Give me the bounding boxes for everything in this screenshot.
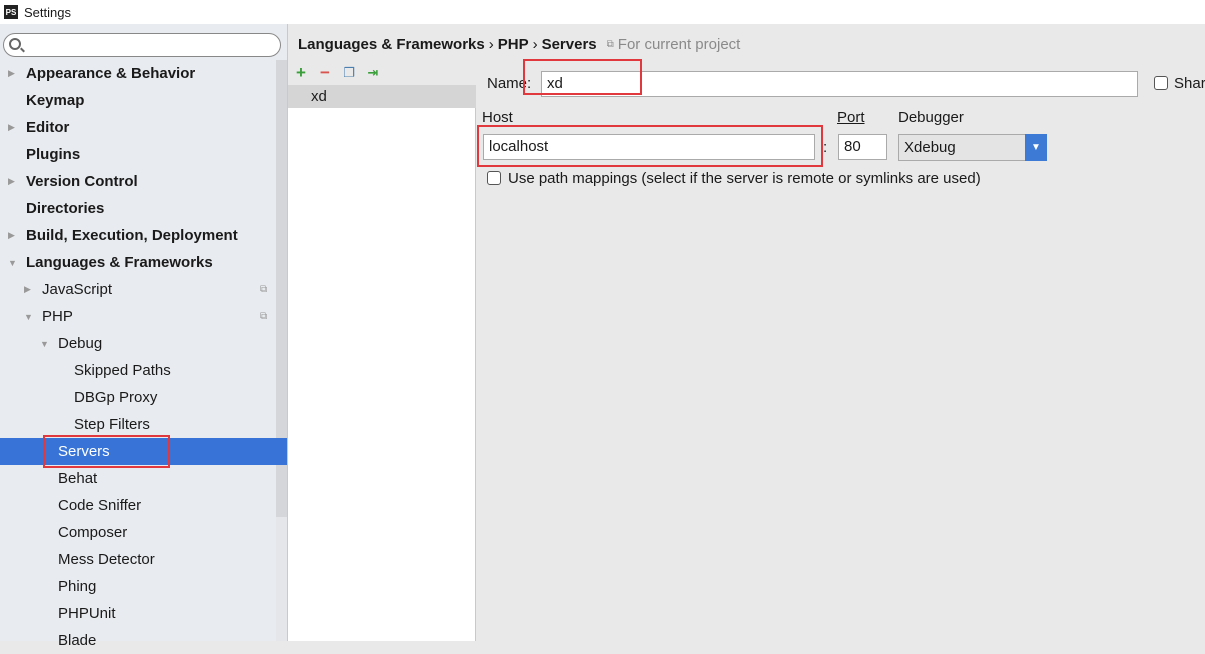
sidebar-item-label: Step Filters [74,416,150,433]
expand-arrow-right-icon[interactable]: ▶ [24,284,31,295]
sidebar-item[interactable]: Skipped Paths [0,357,276,384]
sidebar-item[interactable]: ▼ Debug [0,330,276,357]
app-logo-icon: PS [4,5,18,19]
host-label: Host [482,109,513,126]
sidebar-item-label: Debug [58,335,103,352]
port-separator: : [823,139,828,156]
sidebar-item-label: Behat [58,470,98,487]
highlight-box [523,59,642,95]
sidebar-item[interactable]: DBGp Proxy [0,384,276,411]
shared-label: Shared [1174,75,1205,92]
shared-checkbox[interactable] [1154,76,1168,90]
import-icon[interactable]: ⇥ [365,65,381,81]
add-icon[interactable]: + [293,64,309,81]
sidebar-item-label: Keymap [26,92,85,109]
sidebar-item-label: PHP [42,308,73,325]
sidebar-item-label: Version Control [26,173,138,190]
sidebar-item[interactable]: ▶ Build, Execution, Deployment [0,222,276,249]
chevron-down-icon[interactable]: ▼ [1025,134,1047,161]
debugger-value: Xdebug [904,139,956,156]
sidebar-item-label: Appearance & Behavior [26,65,196,82]
servers-list [288,60,476,641]
sidebar-item-label: Code Sniffer [58,497,142,514]
breadcrumb-separator: › [488,36,494,53]
sidebar-item-label: Directories [26,200,105,217]
project-scope-icon: ⧉ [606,39,614,50]
sidebar-item[interactable]: Code Sniffer [0,492,276,519]
sidebar-item-label: Languages & Frameworks [26,254,213,271]
debugger-select[interactable]: Xdebug ▼ [898,134,1047,161]
path-mappings-checkbox[interactable] [487,171,501,185]
sidebar-item[interactable]: ▶ Editor [0,114,276,141]
sidebar-item-label: Build, Execution, Deployment [26,227,238,244]
sidebar-item-label: JavaScript [42,281,113,298]
sidebar-item-label: Phing [58,578,97,595]
sidebar-item[interactable]: Composer [0,519,276,546]
remove-icon[interactable]: − [317,64,333,81]
sidebar-item[interactable]: ▼ PHP ⧉ [0,303,276,330]
sidebar-item[interactable]: Phing [0,573,276,600]
port-input[interactable]: 80 [838,134,887,160]
debugger-label: Debugger [898,109,964,126]
breadcrumb: Languages & Frameworks › PHP › Servers ⧉… [298,36,740,53]
expand-arrow-right-icon[interactable]: ▶ [8,176,15,187]
breadcrumb-separator: › [532,36,538,53]
search-icon [9,38,21,50]
sidebar-item-label: Plugins [26,146,81,163]
title-bar: PS Settings [0,0,1205,24]
sidebar-item[interactable]: Plugins [0,141,276,168]
breadcrumb-item: PHP [497,36,529,53]
sidebar-item[interactable]: ▼ Languages & Frameworks [0,249,276,276]
sidebar-item[interactable]: ▶ Appearance & Behavior [0,60,276,87]
expand-arrow-right-icon[interactable]: ▶ [8,230,15,241]
window-title: Settings [24,4,71,20]
project-scope-icon: ⧉ [260,284,268,295]
sidebar-item[interactable]: Directories [0,195,276,222]
project-scope-icon: ⧉ [260,311,268,322]
settings-sidebar: ▶ Appearance & Behavior Keymap ▶ Editor Plugi… [0,24,288,649]
highlight-box [477,125,823,167]
sidebar-item-label: DBGp Proxy [74,389,158,406]
sidebar-item[interactable]: Keymap [0,87,276,114]
sidebar-item-label: Composer [58,524,128,541]
sidebar-item[interactable]: PHPUnit [0,600,276,627]
sidebar-item[interactable]: Mess Detector [0,546,276,573]
breadcrumb-item: Languages & Frameworks [298,36,485,53]
sidebar-item-label: Mess Detector [58,551,155,568]
path-mappings-label: Use path mappings (select if the server … [508,170,981,187]
sidebar-item-label: Editor [26,119,70,136]
highlight-box [43,435,170,468]
sidebar-item[interactable]: Step Filters [0,411,276,438]
search-input[interactable] [3,33,281,57]
expand-arrow-right-icon[interactable]: ▶ [8,122,15,133]
sidebar-item[interactable]: ▶ Version Control [0,168,276,195]
expand-arrow-right-icon[interactable]: ▶ [8,68,15,79]
server-list-item[interactable]: xd [288,85,476,108]
expand-arrow-down-icon[interactable]: ▼ [24,312,33,322]
expand-arrow-down-icon[interactable]: ▼ [8,258,17,268]
copy-icon[interactable]: ❐ [341,65,357,81]
breadcrumb-item: Servers [541,36,597,53]
scope-label: For current project [617,36,741,53]
port-label: Port [837,109,865,126]
sidebar-item-label: PHPUnit [58,605,116,622]
sidebar-item[interactable]: Behat [0,465,276,492]
sidebar-item[interactable]: ▶ JavaScript ⧉ [0,276,276,303]
expand-arrow-down-icon[interactable]: ▼ [40,339,49,349]
servers-toolbar: + − ❐ ⇥ [288,60,476,85]
sidebar-item-label: Skipped Paths [74,362,171,379]
